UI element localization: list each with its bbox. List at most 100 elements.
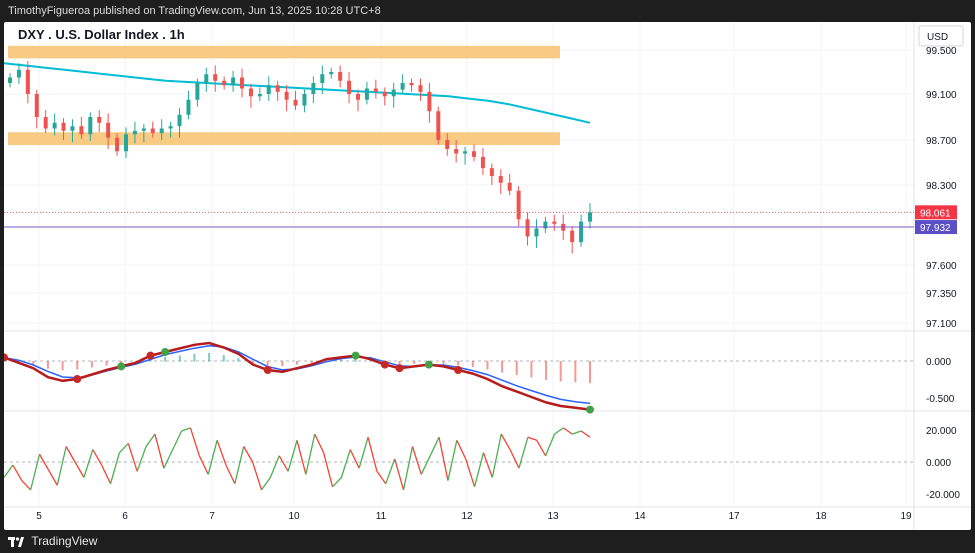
osc-segment bbox=[340, 449, 351, 478]
candle-body bbox=[311, 83, 316, 94]
osc-segment bbox=[251, 461, 263, 491]
candle-body bbox=[454, 149, 459, 154]
currency-label: USD bbox=[927, 32, 948, 43]
osc-segment bbox=[323, 452, 334, 487]
candle-body bbox=[43, 117, 48, 129]
current-price-tag-label: 98.061 bbox=[920, 208, 951, 219]
osc-segment bbox=[332, 477, 342, 488]
price-lines bbox=[4, 211, 914, 228]
osc-segment bbox=[411, 446, 422, 475]
macd-panel bbox=[4, 341, 914, 414]
macd-histogram-bar bbox=[61, 361, 64, 371]
macd-histogram-bar bbox=[471, 361, 474, 368]
macd-cross-marker bbox=[146, 351, 155, 360]
candle-body bbox=[124, 134, 128, 152]
tradingview-snapshot: TimothyFigueroa published on TradingView… bbox=[0, 0, 975, 553]
price-tick-label: 98.700 bbox=[926, 136, 957, 147]
macd-histogram-bar bbox=[46, 361, 49, 369]
candle-body bbox=[79, 126, 84, 135]
macd-cross-marker bbox=[395, 364, 404, 373]
candle-body bbox=[168, 126, 173, 129]
time-tick-label: 19 bbox=[900, 511, 912, 522]
macd-histogram-bar bbox=[574, 361, 577, 383]
candle-body bbox=[213, 74, 218, 81]
osc-segment bbox=[4, 464, 14, 478]
candle-body bbox=[498, 176, 503, 183]
candle-body bbox=[222, 80, 227, 86]
osc-segment bbox=[500, 433, 511, 450]
candle-body bbox=[382, 91, 387, 97]
moving-average bbox=[4, 62, 591, 124]
osc-segment bbox=[572, 430, 582, 435]
candle-body bbox=[284, 91, 289, 100]
candle-body bbox=[257, 94, 262, 97]
osc-segment bbox=[580, 430, 591, 438]
footer-brand: TradingView bbox=[31, 534, 98, 549]
candle-body bbox=[525, 219, 530, 237]
candle-body bbox=[373, 88, 378, 92]
candle-body bbox=[70, 126, 75, 131]
macd-histogram-bar bbox=[281, 361, 284, 367]
macd-tick-label: 0.000 bbox=[926, 357, 951, 368]
chart-area[interactable]: 99.500 99.100 98.700 98.300 97.600 97.350 97.1… bbox=[4, 22, 971, 530]
candle-body bbox=[436, 111, 441, 140]
candle-body bbox=[52, 122, 57, 129]
macd-histogram-bar bbox=[442, 361, 445, 364]
candle-body bbox=[141, 128, 146, 131]
candle-body bbox=[391, 89, 396, 97]
osc-segment bbox=[394, 458, 405, 491]
candle-body bbox=[480, 156, 485, 169]
osc-tick-label: 0.000 bbox=[926, 458, 951, 469]
time-tick-label: 12 bbox=[461, 511, 473, 522]
osc-segment bbox=[536, 439, 547, 457]
osc-segment bbox=[207, 440, 218, 475]
osc-tick-label: -20.000 bbox=[926, 490, 960, 501]
candle-body bbox=[570, 230, 575, 243]
osc-segment bbox=[278, 455, 289, 472]
osc-segment bbox=[269, 455, 280, 478]
macd-histogram-bar bbox=[222, 355, 225, 362]
candle-body bbox=[266, 85, 271, 94]
osc-segment bbox=[527, 436, 537, 441]
candles bbox=[8, 61, 592, 254]
macd-histogram-bar bbox=[339, 359, 342, 362]
macd-histogram-bar bbox=[413, 361, 416, 364]
osc-segment bbox=[83, 449, 94, 478]
macd-cross-marker bbox=[73, 375, 82, 383]
osc-segment bbox=[145, 433, 156, 447]
candle-body bbox=[320, 74, 325, 83]
osc-segment bbox=[456, 440, 467, 460]
osc-segment bbox=[358, 437, 369, 469]
candle-body bbox=[427, 91, 432, 112]
osc-segment bbox=[216, 440, 227, 466]
osc-segment bbox=[189, 427, 200, 456]
macd-histogram-bar bbox=[310, 361, 313, 364]
time-tick-label: 18 bbox=[815, 511, 827, 522]
candle-body bbox=[61, 122, 66, 131]
candle-body bbox=[16, 69, 21, 78]
oscillator-panel bbox=[4, 427, 914, 491]
macd-histogram-bar bbox=[208, 353, 211, 362]
candle-body bbox=[400, 83, 405, 90]
macd-histogram-bar bbox=[266, 361, 269, 366]
price-tick-label: 97.600 bbox=[926, 261, 957, 272]
candle-body bbox=[150, 128, 155, 134]
macd-histogram-bar bbox=[530, 361, 533, 378]
chart-svg[interactable]: 99.500 99.100 98.700 98.300 97.600 97.350 97.1… bbox=[4, 22, 971, 530]
candle-body bbox=[106, 122, 111, 138]
macd-histogram-bar bbox=[237, 357, 240, 362]
candle-body bbox=[472, 151, 476, 157]
time-tick-label: 11 bbox=[376, 511, 387, 522]
candle-body bbox=[302, 94, 307, 106]
osc-segment bbox=[562, 427, 573, 435]
time-tick-label: 17 bbox=[728, 511, 740, 522]
osc-segment bbox=[260, 477, 271, 491]
grid bbox=[4, 22, 971, 530]
osc-segment bbox=[429, 436, 440, 457]
candle-body bbox=[463, 151, 468, 154]
osc-segment bbox=[243, 446, 254, 463]
price-tick-label: 99.100 bbox=[926, 90, 957, 101]
macd-histogram-bar bbox=[545, 361, 548, 380]
candle-body bbox=[240, 77, 244, 89]
osc-segment bbox=[473, 452, 485, 487]
